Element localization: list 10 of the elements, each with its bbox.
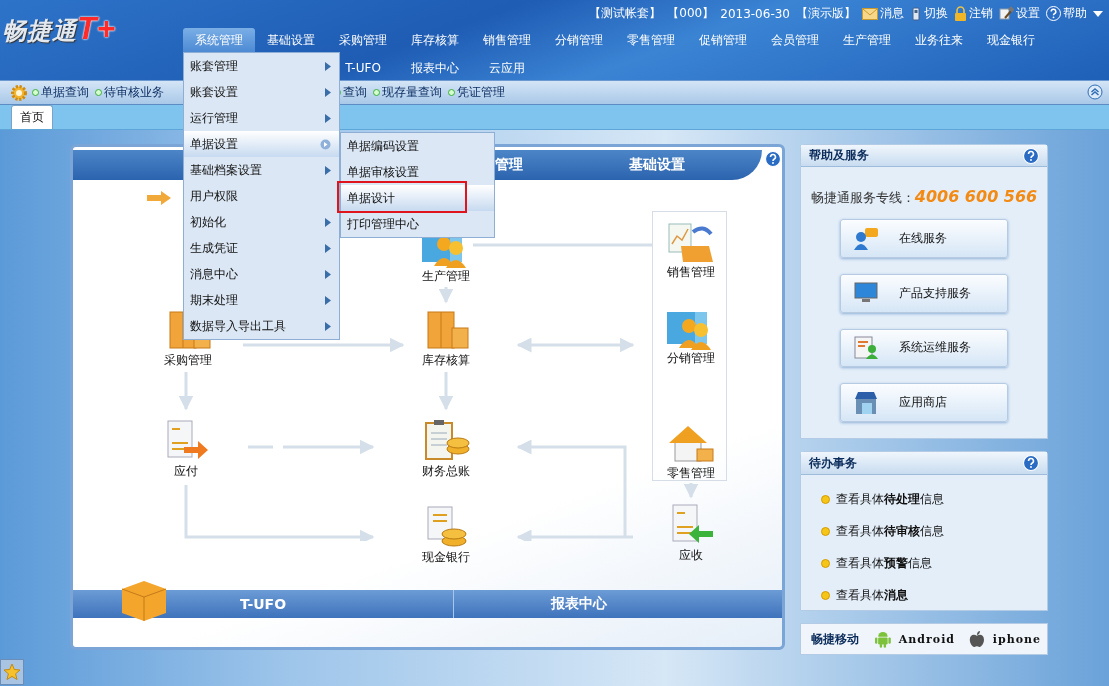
account-info: 【演示版】 [796, 5, 856, 22]
card-title: 待办事务 [809, 454, 857, 472]
account-info: 2013-06-30 [720, 6, 790, 21]
logo: 畅捷通T+ [2, 10, 116, 47]
account-info: 【测试帐套】 [589, 5, 662, 22]
hotline-label: 畅捷通服务专线： [810, 189, 915, 208]
mobile-title: 畅捷移动 [811, 630, 859, 648]
account-info: 【000】 [667, 5, 715, 22]
hotline-number: 4006 600 566 [914, 187, 1038, 207]
card-title: 帮助及服务 [809, 147, 869, 165]
